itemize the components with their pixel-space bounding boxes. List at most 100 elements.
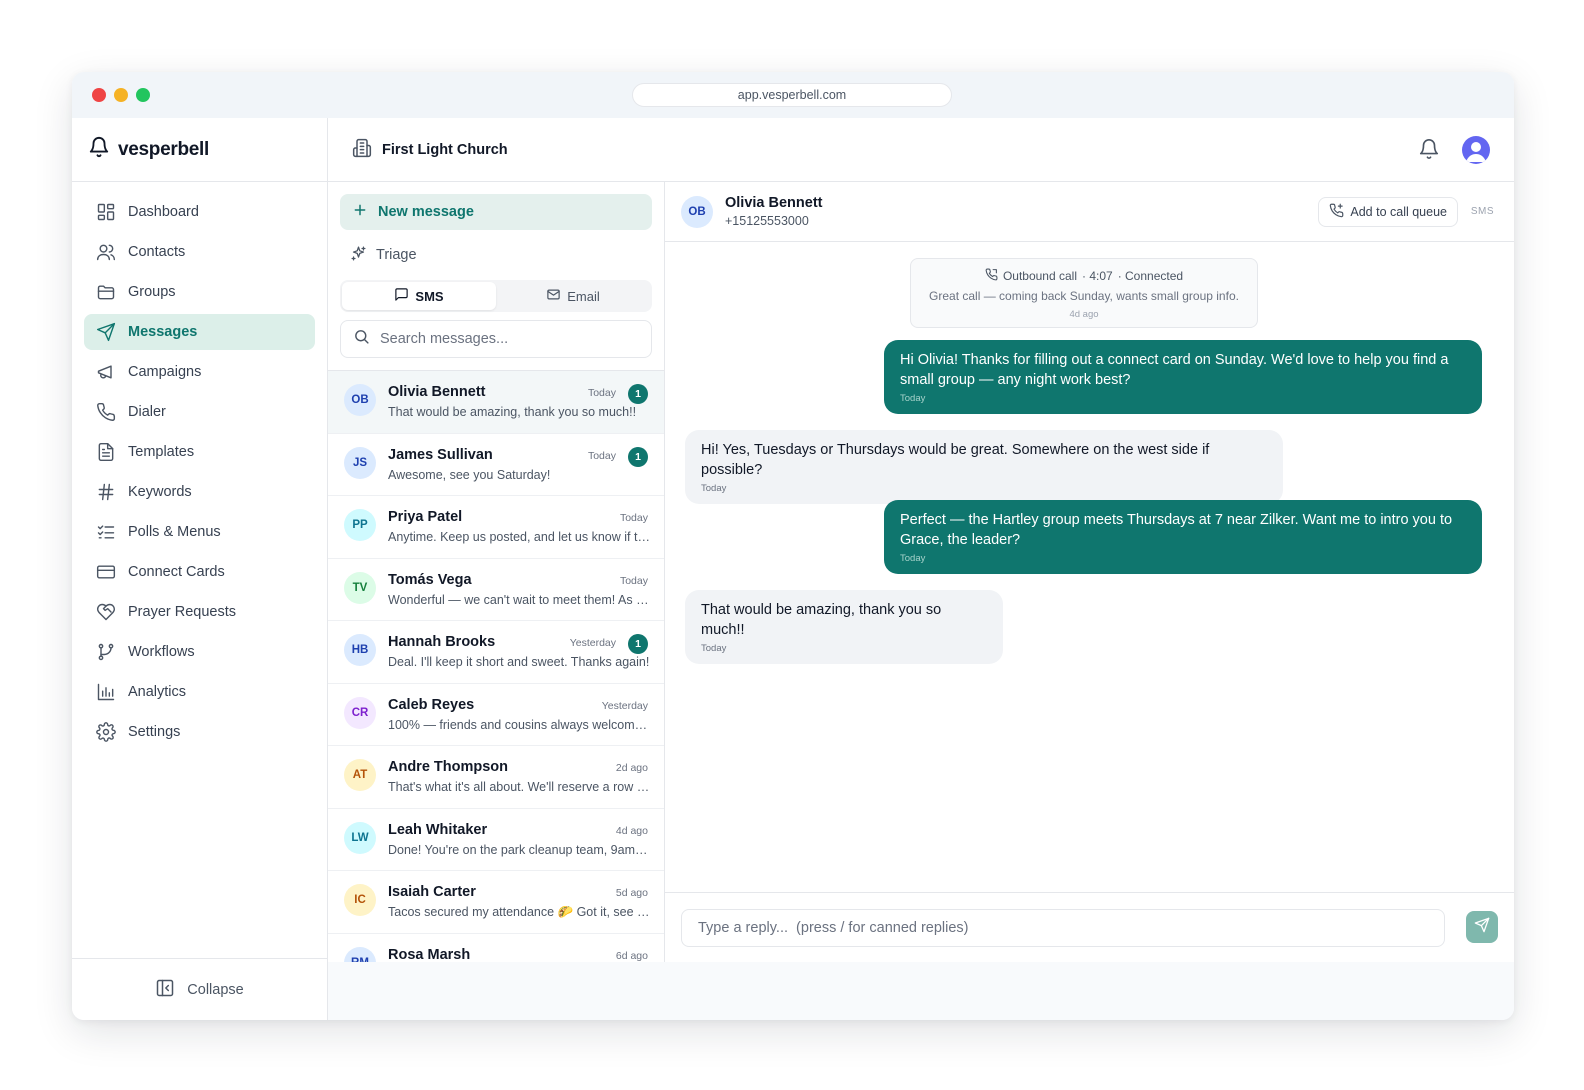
conversation-name: Leah Whitaker bbox=[388, 821, 488, 838]
channel-label: SMS bbox=[1470, 206, 1494, 217]
message-text: Perfect — the Hartley group meets Thursd… bbox=[900, 512, 1453, 548]
add-to-call-queue-button[interactable]: Add to call queue bbox=[1318, 197, 1458, 227]
org-switcher[interactable]: First Light Church bbox=[352, 138, 508, 162]
conversation-name: Olivia Bennett bbox=[388, 384, 486, 400]
sidebar-item-contacts[interactable]: Contacts bbox=[84, 234, 315, 270]
add-to-call-queue-label: Add to call queue bbox=[1350, 205, 1447, 219]
brand-name: vesperbell bbox=[118, 138, 209, 160]
sidebar-item-groups[interactable]: Groups bbox=[84, 274, 315, 310]
card-icon bbox=[96, 562, 116, 582]
new-message-button[interactable]: New message bbox=[340, 194, 652, 230]
sidebar-item-dashboard[interactable]: Dashboard bbox=[84, 194, 315, 230]
sidebar-item-label: Analytics bbox=[128, 684, 187, 700]
conversation-item[interactable]: JS James Sullivan Today Awesome, see you Sa… bbox=[328, 434, 664, 496]
brand-logo[interactable]: vesperbell bbox=[72, 118, 327, 182]
new-message-label: New message bbox=[378, 204, 474, 220]
phone-call-icon bbox=[985, 268, 998, 284]
sidebar-item-keywords[interactable]: Keywords bbox=[84, 474, 315, 510]
conversation-time: 5d ago bbox=[615, 887, 648, 899]
conversation-item[interactable]: RM Rosa Marsh 6d ago bbox=[328, 934, 664, 963]
conversation-item[interactable]: TV Tomás Vega Today Wonderful — we can't wa… bbox=[328, 559, 664, 621]
top-header: First Light Church bbox=[328, 118, 1514, 182]
conversation-item[interactable]: AT Andre Thompson 2d ago That's what it's a… bbox=[328, 746, 664, 809]
reply-input[interactable] bbox=[681, 909, 1445, 947]
conversation-name: Rosa Marsh bbox=[388, 946, 471, 963]
contact-avatar[interactable]: OB bbox=[681, 196, 713, 228]
conversation-time: Yesterday bbox=[569, 637, 616, 649]
message-incoming: Hi! Yes, Tuesdays or Thursdays would be … bbox=[685, 430, 1283, 504]
sidebar-item-prayer-requests[interactable]: Prayer Requests bbox=[84, 594, 315, 630]
conversation-item[interactable]: HB Hannah Brooks Yesterday Deal. I'll keep … bbox=[328, 621, 664, 684]
phone-icon bbox=[96, 402, 116, 422]
conversation-item[interactable]: LW Leah Whitaker 4d ago Done! You're on the… bbox=[328, 809, 664, 871]
conversation-preview: Wonderful — we can't wait to meet them! … bbox=[388, 592, 650, 607]
sidebar-item-messages[interactable]: Messages bbox=[84, 314, 315, 350]
url-bar[interactable]: app.vesperbell.com bbox=[632, 83, 952, 107]
conversation-preview: Anytime. Keep us posted, and let us know… bbox=[388, 530, 650, 544]
conversation-preview: Deal. I'll keep it short and sweet. Than… bbox=[388, 655, 650, 669]
dashboard-icon bbox=[96, 202, 116, 222]
conversation-name: Andre Thompson bbox=[388, 759, 509, 775]
mail-icon bbox=[546, 287, 561, 305]
sidebar-item-label: Groups bbox=[128, 284, 176, 300]
search-input[interactable] bbox=[380, 331, 630, 347]
sidebar-item-polls-menus[interactable]: Polls & Menus bbox=[84, 514, 315, 550]
maximize-window-button[interactable] bbox=[136, 88, 150, 102]
sidebar-item-templates[interactable]: Templates bbox=[84, 434, 315, 470]
app-window: app.vesperbell.com vesperbell Dashboard C… bbox=[72, 72, 1514, 1020]
message-text: That would be amazing, thank you so much… bbox=[701, 602, 942, 638]
conversation-preview: Tacos secured my attendance 🌮 Got it, se… bbox=[388, 905, 650, 919]
conversation-avatar: JS bbox=[344, 446, 376, 479]
sidebar-nav: Dashboard Contacts Groups Messages Campaigns… bbox=[72, 182, 327, 750]
conversation-time: 6d ago bbox=[615, 949, 648, 962]
triage-label: Triage bbox=[376, 247, 417, 263]
conversation-time: Today bbox=[587, 449, 616, 462]
call-log-header: Outbound call · 4:07 · Connected bbox=[911, 268, 1257, 284]
sidebar-item-dialer[interactable]: Dialer bbox=[84, 394, 315, 430]
sidebar-item-label: Settings bbox=[128, 724, 181, 740]
org-name: First Light Church bbox=[382, 141, 508, 158]
footer-strip bbox=[328, 962, 1514, 1020]
contact-name[interactable]: Olivia Bennett bbox=[725, 195, 823, 211]
tab-sms[interactable]: SMS bbox=[342, 282, 496, 310]
search-icon bbox=[353, 328, 370, 350]
sidebar-item-label: Polls & Menus bbox=[128, 524, 221, 540]
sidebar-item-connect-cards[interactable]: Connect Cards bbox=[84, 554, 315, 590]
gear-icon bbox=[96, 722, 116, 742]
send-button[interactable] bbox=[1466, 911, 1498, 943]
bell-logo-icon bbox=[88, 135, 110, 164]
tab-email[interactable]: Email bbox=[496, 282, 650, 310]
conversation-name: Priya Patel bbox=[388, 509, 463, 525]
close-window-button[interactable] bbox=[92, 88, 106, 102]
notifications-bell-icon[interactable] bbox=[1418, 138, 1442, 162]
sidebar-item-settings[interactable]: Settings bbox=[84, 714, 315, 750]
send-icon bbox=[96, 322, 116, 342]
sidebar-item-workflows[interactable]: Workflows bbox=[84, 634, 315, 670]
unread-badge: 1 bbox=[628, 634, 648, 654]
chat-header: OB Olivia Bennett +15125553000 Add to ca… bbox=[665, 182, 1514, 242]
call-note: Great call — coming back Sunday, wants s… bbox=[929, 289, 1239, 303]
sidebar: vesperbell Dashboard Contacts Groups Messag… bbox=[72, 118, 328, 1020]
collapse-label: Collapse bbox=[187, 981, 244, 998]
conversation-item[interactable]: IC Isaiah Carter 5d ago Tacos secured my at… bbox=[328, 871, 664, 934]
conversation-item[interactable]: OB Olivia Bennett Today That would be amazi… bbox=[328, 371, 664, 434]
sidebar-item-campaigns[interactable]: Campaigns bbox=[84, 354, 315, 390]
conversation-avatar: TV bbox=[344, 571, 376, 604]
conversation-time: Today bbox=[619, 512, 648, 524]
users-icon bbox=[96, 242, 116, 262]
minimize-window-button[interactable] bbox=[114, 88, 128, 102]
triage-button[interactable]: Triage bbox=[340, 240, 417, 270]
collapse-button[interactable]: Collapse bbox=[72, 958, 327, 1020]
conversation-preview: Done! You're on the park cleanup team, 9… bbox=[388, 842, 650, 857]
sidebar-item-analytics[interactable]: Analytics bbox=[84, 674, 315, 710]
conversation-name: James Sullivan bbox=[388, 446, 493, 463]
user-avatar[interactable] bbox=[1462, 136, 1490, 164]
send-icon bbox=[1474, 917, 1490, 938]
branch-icon bbox=[96, 642, 116, 662]
sidebar-item-label: Keywords bbox=[128, 484, 192, 500]
sidebar-item-label: Dashboard bbox=[128, 204, 199, 220]
conversation-item[interactable]: PP Priya Patel Today Anytime. Keep us poste… bbox=[328, 496, 664, 559]
conversation-avatar: CR bbox=[344, 696, 376, 729]
conversation-item[interactable]: CR Caleb Reyes Yesterday 100% — friends and… bbox=[328, 684, 664, 746]
call-time: 4d ago bbox=[1069, 309, 1099, 320]
